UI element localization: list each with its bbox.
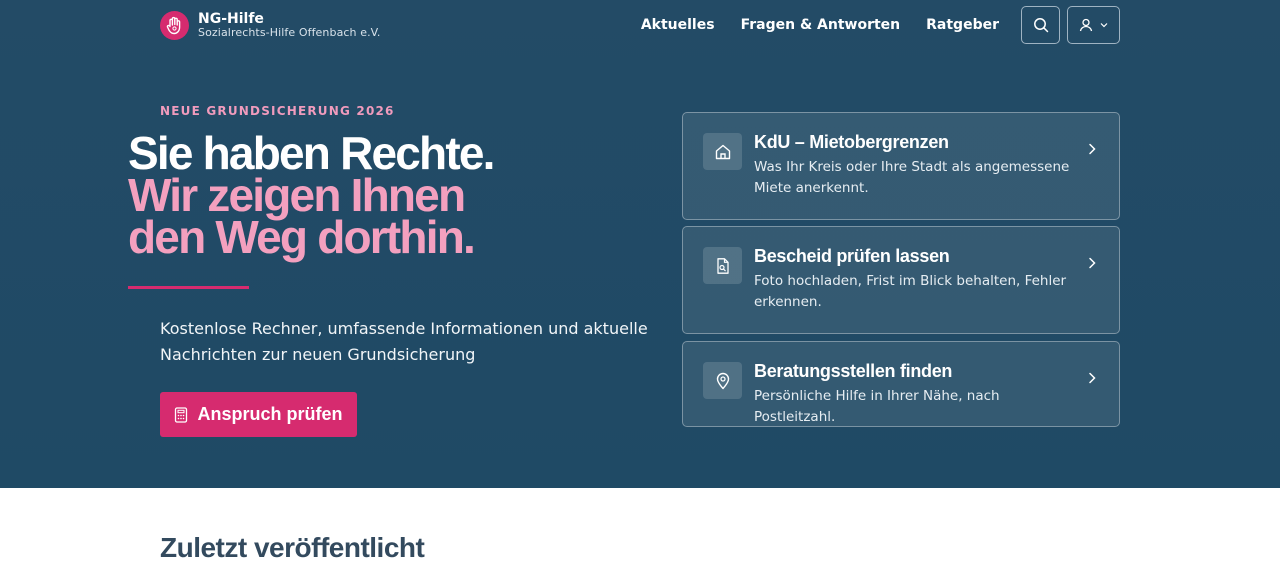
search-icon [1033,18,1048,33]
home-icon [703,133,742,170]
nav-item-aktuelles[interactable]: Aktuelles [641,17,715,33]
nav-item-ratgeber[interactable]: Ratgeber [926,17,999,33]
chevron-right-icon [1089,143,1096,155]
calculator-icon [175,406,188,423]
main-nav: Aktuelles Fragen & Antworten Ratgeber [641,6,1120,44]
hero-section: NG-Hilfe Sozialrechts-Hilfe Offenbach e.… [0,0,1280,488]
chevron-down-icon [1100,23,1107,28]
hero-eyebrow: NEUE GRUNDSICHERUNG 2026 [160,104,395,118]
cta-label: Anspruch prüfen [197,404,343,424]
headline-line-1: Sie haben Rechte. [128,127,495,179]
user-menu-button[interactable] [1067,6,1120,44]
hand-icon [160,11,189,40]
map-pin-icon [703,362,742,399]
logo-link[interactable]: NG-Hilfe Sozialrechts-Hilfe Offenbach e.… [160,11,381,40]
document-search-icon [703,247,742,284]
card-description: Was Ihr Kreis oder Ihre Stadt als angeme… [754,159,1070,196]
card-bescheid-pruefen[interactable]: Bescheid prüfen lassen Foto hochladen, F… [682,226,1120,334]
brand-subtitle: Sozialrechts-Hilfe Offenbach e.V. [198,26,381,40]
card-description: Foto hochladen, Frist im Blick behalten,… [754,273,1067,310]
card-beratungsstellen[interactable]: Beratungsstellen finden Persönliche Hilf… [682,341,1120,427]
hero-headline: Sie haben Rechte. Wir zeigen Ihnen den W… [128,127,648,263]
user-icon [1079,18,1092,32]
nav-item-fragen-antworten[interactable]: Fragen & Antworten [741,17,901,33]
site-header: NG-Hilfe Sozialrechts-Hilfe Offenbach e.… [160,6,1120,46]
check-eligibility-button[interactable]: Anspruch prüfen [160,392,357,437]
card-kdu-mietobergrenzen[interactable]: KdU – Mietobergrenzen Was Ihr Kreis oder… [682,112,1120,220]
headline-line-2: Wir zeigen Ihnen [128,169,466,221]
search-button[interactable] [1021,6,1060,44]
chevron-right-icon [1089,257,1096,269]
headline-divider [128,286,249,289]
hero-lead-text: Kostenlose Rechner, umfassende Informati… [160,319,648,364]
brand-title: NG-Hilfe [198,10,264,27]
headline-line-3: den Weg dorthin. [128,211,476,263]
recent-section-title: Zuletzt veröffentlicht [160,532,425,563]
card-title: Beratungsstellen finden [754,361,953,381]
card-description: Persönliche Hilfe in Ihrer Nähe, nach Po… [754,388,1000,425]
chevron-right-icon [1089,372,1096,384]
card-title: Bescheid prüfen lassen [754,246,950,266]
card-title: KdU – Mietobergrenzen [754,132,949,152]
